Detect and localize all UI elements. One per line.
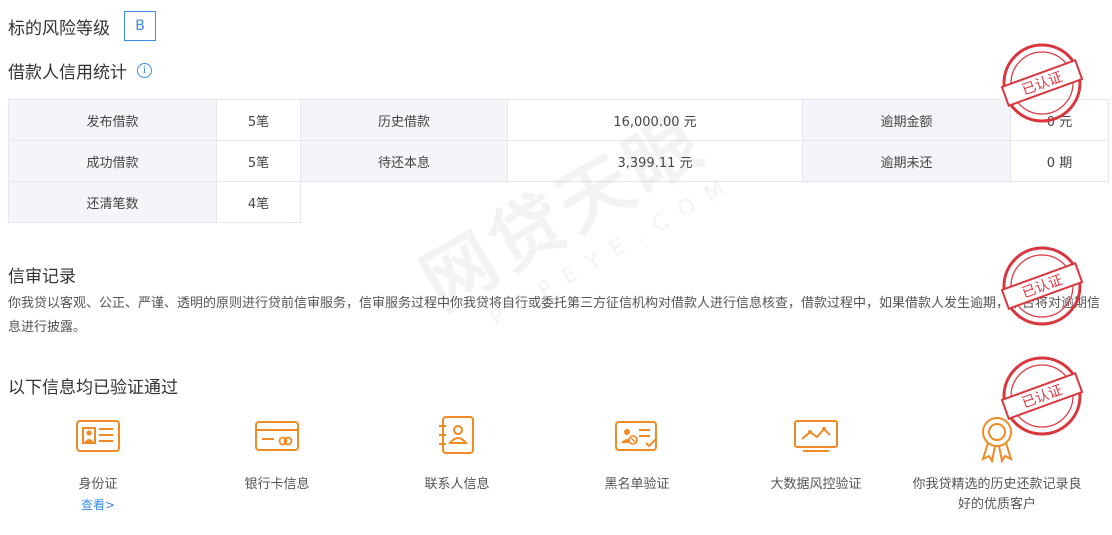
stat-value: 5笔	[216, 140, 301, 182]
stat-value: 16,000.00 元	[507, 99, 803, 141]
stat-label: 待还本息	[300, 140, 508, 182]
verified-stamp: 已认证	[1001, 246, 1083, 326]
verify-label: 联系人信息	[424, 477, 490, 492]
review-description: 你我贷以客观、公正、严谨、透明的原则进行贷前信审服务，信审服务过程中你我贷将自行…	[8, 296, 1101, 335]
table-row: 还清笔数 4笔	[8, 181, 1109, 223]
info-icon[interactable]: i	[137, 63, 152, 78]
verify-item-id-card: 身份证 查看>	[8, 415, 188, 515]
credit-stats-title: 借款人信用统计	[8, 63, 127, 83]
table-row: 发布借款 5笔 历史借款 16,000.00 元 逾期金额 0 元	[8, 99, 1109, 141]
verified-stamp: 已认证	[1001, 356, 1083, 436]
stat-value: 0 期	[1010, 140, 1109, 182]
view-link[interactable]: 查看>	[8, 495, 188, 515]
credit-stats-table: 发布借款 5笔 历史借款 16,000.00 元 逾期金额 0 元 成功借款 5…	[8, 99, 1109, 223]
verify-item-blacklist: 黑名单验证	[547, 415, 727, 495]
contacts-book-icon	[439, 416, 474, 454]
verified-title: 以下信息均已验证通过	[8, 378, 178, 398]
verify-label: 黑名单验证	[604, 477, 670, 492]
empty-cell	[300, 181, 1109, 223]
stat-value: 5笔	[216, 99, 301, 141]
verify-item-big-data: 大数据风控验证	[726, 415, 906, 495]
table-row: 成功借款 5笔 待还本息 3,399.11 元 逾期未还 0 期	[8, 140, 1109, 182]
stat-label: 还清笔数	[8, 181, 217, 223]
stat-label: 逾期金额	[802, 99, 1011, 141]
verify-item-bank-card: 银行卡信息	[187, 415, 367, 495]
review-title-row: 信审记录	[8, 262, 76, 287]
verify-label: 银行卡信息	[244, 477, 310, 492]
verify-label: 你我贷精选的历史还款记录良好的优质客户	[912, 477, 1082, 512]
risk-level-row: 标的风险等级 B	[8, 10, 156, 42]
stat-label: 历史借款	[300, 99, 508, 141]
blacklist-check-icon	[615, 421, 657, 451]
stat-label: 发布借款	[8, 99, 217, 141]
id-card-icon	[76, 420, 120, 452]
verify-item-contacts: 联系人信息	[367, 415, 547, 495]
risk-grade-badge: B	[124, 11, 156, 41]
stat-value: 4笔	[216, 181, 301, 223]
stat-label: 成功借款	[8, 140, 217, 182]
review-title: 信审记录	[8, 267, 76, 287]
bank-card-icon	[255, 421, 299, 451]
stat-label: 逾期未还	[802, 140, 1011, 182]
verified-title-row: 以下信息均已验证通过	[8, 373, 178, 398]
verified-stamp: 已认证	[1001, 43, 1083, 123]
verify-label: 身份证	[78, 477, 118, 492]
credit-stats-title-row: 借款人信用统计 i	[8, 58, 152, 83]
stat-value: 3,399.11 元	[507, 140, 803, 182]
verify-label: 大数据风控验证	[770, 477, 862, 492]
risk-level-title: 标的风险等级	[8, 18, 110, 39]
monitor-chart-icon	[794, 420, 838, 452]
